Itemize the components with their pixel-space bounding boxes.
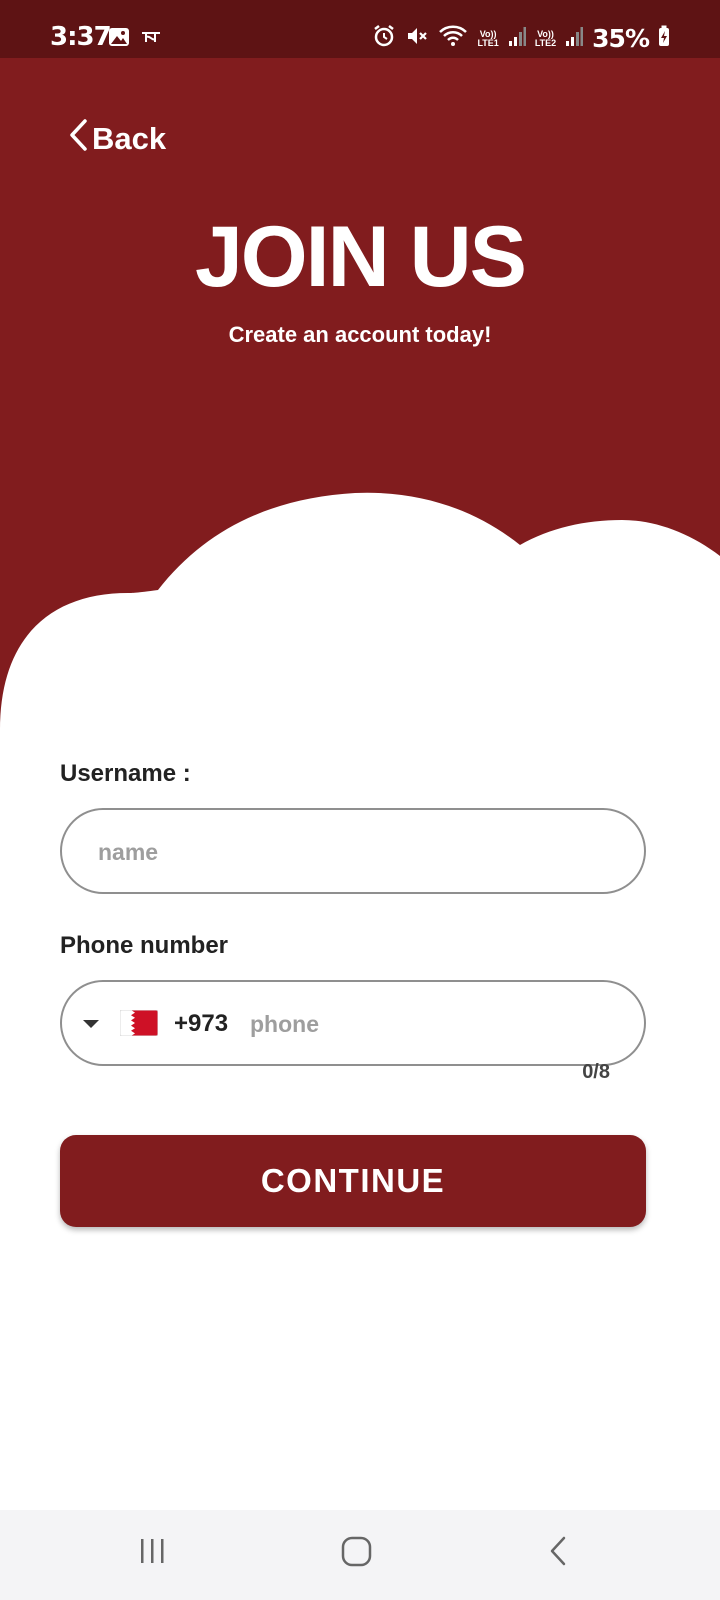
back-button[interactable]: Back — [68, 118, 166, 160]
battery-charging-icon — [658, 25, 670, 52]
wifi-icon — [438, 24, 468, 53]
phone-char-counter: 0/8 — [582, 1061, 610, 1083]
username-label: Username : — [60, 760, 191, 787]
gallery-icon — [108, 27, 130, 52]
lte1-indicator: Vo)) LTE1 — [477, 28, 499, 48]
signal-icon — [565, 25, 584, 52]
lte2-indicator: Vo)) LTE2 — [534, 28, 557, 48]
notification-icon — [140, 29, 162, 50]
phone-label: Phone number — [60, 932, 229, 959]
navigation-bar — [0, 1510, 720, 1600]
back-icon[interactable] — [546, 1532, 570, 1577]
battery-level: 35% — [592, 24, 650, 53]
back-label: Back — [92, 121, 167, 156]
page-subtitle: Create an account today! — [228, 322, 492, 347]
cloud-shape — [0, 492, 720, 758]
header-background — [0, 58, 720, 758]
phone-input[interactable] — [248, 982, 632, 1066]
country-code: +973 — [174, 1010, 229, 1037]
page-title: JOIN US — [194, 209, 527, 305]
caret-down-icon — [82, 1020, 100, 1038]
username-input[interactable] — [96, 810, 620, 894]
recent-apps-icon[interactable] — [137, 1532, 169, 1577]
status-bar: 3:37 Vo)) LTE1 Vo)) LTE2 35% — [0, 0, 720, 58]
alarm-icon — [372, 24, 396, 53]
continue-button[interactable]: CONTINUE — [60, 1135, 646, 1227]
signal-icon — [508, 25, 526, 52]
username-field[interactable] — [60, 808, 646, 894]
home-icon[interactable] — [340, 1532, 374, 1577]
bahrain-flag-icon — [119, 1009, 159, 1041]
status-time: 3:37 — [50, 22, 112, 52]
phone-field[interactable]: +973 — [60, 980, 646, 1066]
country-dropdown[interactable] — [82, 1012, 100, 1039]
chevron-left-icon — [68, 118, 88, 160]
mute-icon — [405, 24, 429, 53]
